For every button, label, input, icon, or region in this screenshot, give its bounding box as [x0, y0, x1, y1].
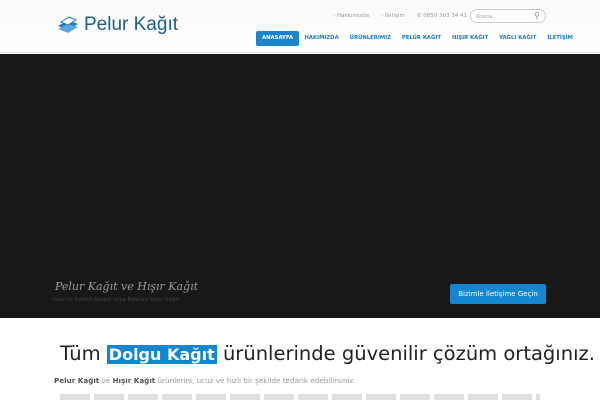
highlight: Dolgu Kağıt	[106, 345, 217, 364]
logo[interactable]: Pelur Kağıt	[56, 14, 178, 36]
brand-name: Pelur Kağıt	[84, 14, 178, 35]
search-input[interactable]: Arama ⚲	[470, 9, 546, 23]
nav-contact[interactable]: İLETİŞİM	[542, 31, 579, 46]
search-icon[interactable]: ⚲	[534, 11, 540, 20]
nav-pelur[interactable]: PELÜR KAĞIT	[396, 31, 446, 46]
phone: ✆ 0850 303 34 41	[416, 13, 468, 19]
nav-yagli[interactable]: YAĞLI KAĞIT	[494, 31, 542, 46]
nav-home[interactable]: ANASAYFA	[256, 31, 299, 46]
top-link-contact[interactable]: › İletişim	[381, 13, 405, 19]
nav-about[interactable]: HAKIMIZDA	[299, 31, 344, 46]
site-header: Pelur Kağıt › Hakkımızda › İletişim ✆ 08…	[0, 0, 600, 53]
main-nav: ANASAYFA HAKIMIZDA ÜRÜNLERIMIZ PELÜR KAĞ…	[256, 31, 578, 46]
intro-paragraph: Pelur Kağıt ve Hışır Kağıt ürünlerini, u…	[54, 376, 356, 385]
contact-cta-button[interactable]: Bizimle İletişime Geçin	[450, 284, 546, 304]
top-links: › Hakkımızda › İletişim ✆ 0850 303 34 41	[333, 13, 467, 19]
nav-hisir[interactable]: HIŞIR KAĞIT	[446, 31, 493, 46]
paper-stack-icon	[58, 16, 78, 33]
nav-products[interactable]: ÜRÜNLERIMIZ	[344, 31, 396, 46]
hero-slider	[0, 54, 600, 318]
intro-heading: Tüm Dolgu Kağıt ürünlerinde güvenilir çö…	[60, 342, 595, 365]
cut-off-text	[60, 394, 540, 400]
top-link-about[interactable]: › Hakkımızda	[333, 13, 369, 19]
hero-title: Pelur Kağıt ve Hışır Kağıt	[55, 280, 199, 293]
hero-subtitle: Ucuz ve Kaliteli Baskılı veya Baskısız P…	[52, 297, 179, 303]
